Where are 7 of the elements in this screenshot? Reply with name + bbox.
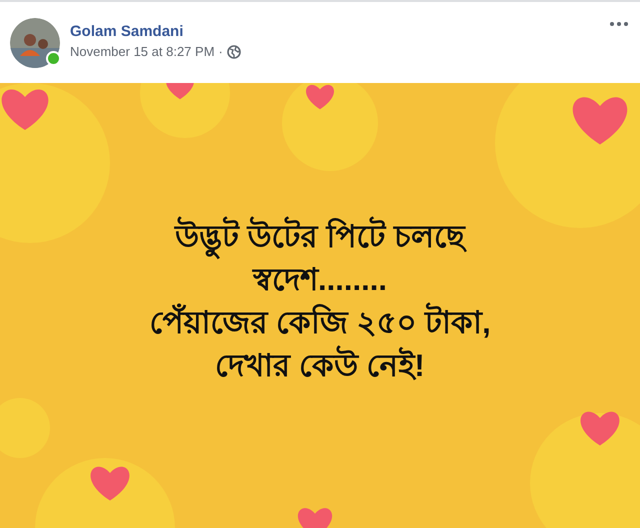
globe-icon [226, 44, 241, 58]
separator: · [218, 44, 223, 59]
more-options-button[interactable] [610, 22, 628, 26]
avatar[interactable] [10, 18, 60, 68]
post-image-text: উদ্ভুট উটের পিটে চলছে স্বদেশ........ পেঁয়াজের কেজি ২৫০ টাকা, দেখার কেউ নেই! [149, 216, 491, 384]
post-timestamp[interactable]: November 15 at 8:27 PM [70, 44, 215, 59]
author-name[interactable]: Golam Samdani [70, 23, 600, 40]
